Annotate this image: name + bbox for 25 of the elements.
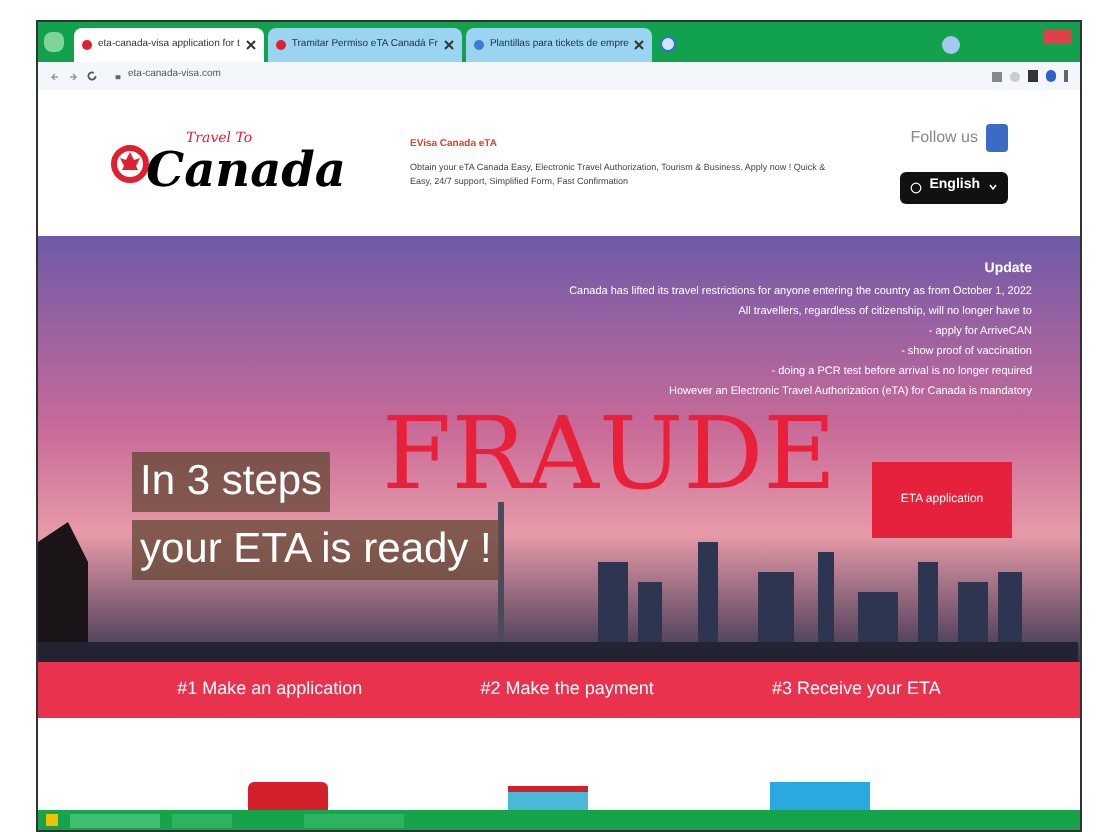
close-icon[interactable] [245, 40, 256, 50]
close-icon[interactable] [634, 40, 645, 50]
step-label: #2 Make the payment [480, 676, 654, 703]
step-label: #3 Receive your ETA [772, 676, 941, 703]
step-label: #1 Make an application [177, 676, 363, 703]
favicon-icon [275, 40, 286, 50]
globe-icon [909, 181, 922, 193]
hero-headline: In 3 steps [132, 452, 331, 512]
follow-label: Follow us [910, 125, 978, 149]
hero-headline: your ETA is ready ! [132, 520, 500, 580]
favicon-icon [82, 40, 92, 50]
back-icon[interactable] [50, 71, 60, 81]
favicon-icon [473, 40, 484, 50]
reload-icon[interactable] [86, 70, 98, 82]
close-icon[interactable] [443, 40, 454, 50]
document-icon [769, 782, 870, 810]
lock-icon [114, 72, 122, 80]
logo-wordmark: Canada [146, 146, 346, 194]
maple-leaf-logo-icon [110, 143, 150, 183]
passport-icon [248, 782, 329, 810]
card-icon [508, 786, 589, 810]
fraud-label: FRAUDE [382, 404, 837, 504]
caret-icon [988, 182, 998, 192]
forward-icon[interactable] [68, 71, 78, 81]
new-tab-icon[interactable] [660, 36, 677, 52]
